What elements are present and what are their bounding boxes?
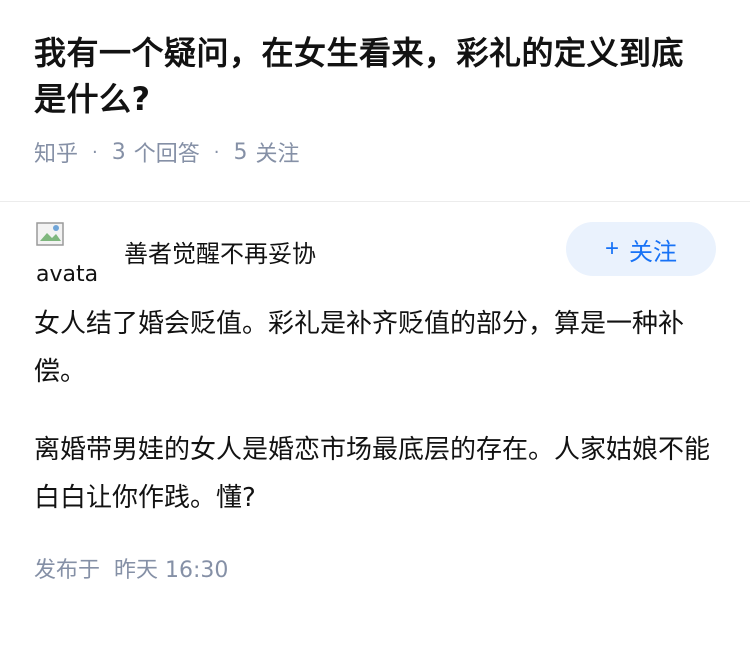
publish-timestamp: 昨天 16:30 bbox=[114, 558, 229, 583]
author-name[interactable]: 善者觉醒不再妥协 bbox=[124, 234, 566, 269]
meta-separator: · bbox=[213, 141, 220, 163]
answer-paragraph: 离婚带男娃的女人是婚恋市场最底层的存在。人家姑娘不能白白让你作践。懂? bbox=[34, 435, 711, 513]
broken-image-icon bbox=[36, 222, 64, 246]
author-row: avatar 善者觉醒不再妥协 + 关注 bbox=[34, 202, 716, 300]
publish-time: 发布于 昨天 16:30 bbox=[34, 552, 716, 584]
question-title[interactable]: 我有一个疑问，在女生看来，彩礼的定义到底是什么? bbox=[34, 30, 716, 122]
publish-label: 发布于 bbox=[34, 558, 101, 583]
answer-count-label[interactable]: 个回答 bbox=[134, 136, 200, 168]
answer-body: 女人结了婚会贬值。彩礼是补齐贬值的部分，算是一种补偿。 离婚带男娃的女人是婚恋市… bbox=[34, 300, 716, 522]
follow-button-label: 关注 bbox=[629, 238, 677, 266]
avatar-alt-text: avatar bbox=[36, 262, 100, 284]
question-header: 我有一个疑问，在女生看来，彩礼的定义到底是什么? 知乎 · 3 个回答 · 5 … bbox=[0, 0, 750, 201]
follow-count-label[interactable]: 关注 bbox=[256, 136, 300, 168]
answer-paragraph: 女人结了婚会贬值。彩礼是补齐贬值的部分，算是一种补偿。 bbox=[34, 309, 685, 387]
source-label[interactable]: 知乎 bbox=[34, 136, 78, 168]
meta-separator: · bbox=[92, 141, 98, 163]
follow-button[interactable]: + 关注 bbox=[566, 222, 716, 276]
answer-card: avatar 善者觉醒不再妥协 + 关注 女人结了婚会贬值。彩礼是补齐贬值的部分… bbox=[0, 202, 750, 584]
avatar[interactable]: avatar bbox=[34, 218, 100, 284]
follow-count: 5 bbox=[233, 139, 248, 165]
plus-icon: + bbox=[604, 235, 619, 262]
question-meta: 知乎 · 3 个回答 · 5 关注 bbox=[34, 136, 716, 168]
answer-count: 3 bbox=[111, 139, 126, 165]
